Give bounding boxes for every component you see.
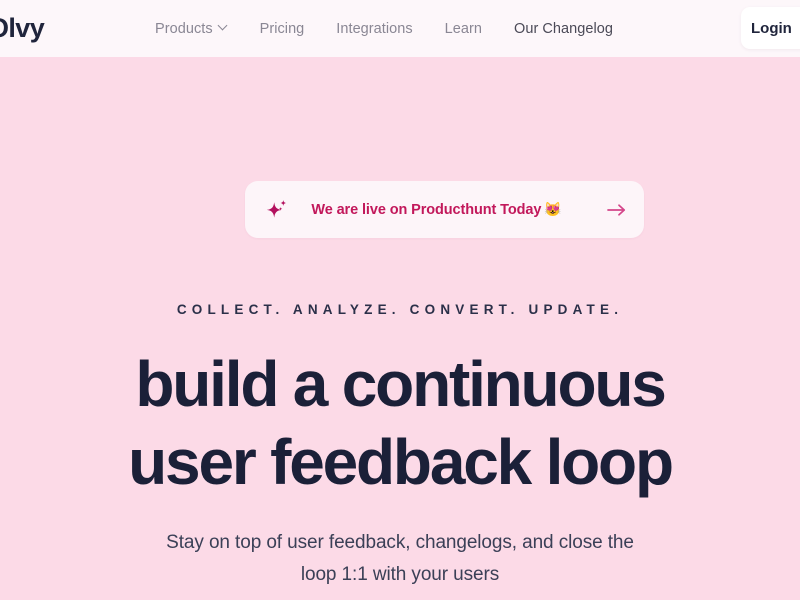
nav-item-label: Learn xyxy=(444,20,483,37)
cat-heart-eyes-emoji: 😻 xyxy=(544,201,562,217)
main-navigation: Products Pricing Integrations Learn Our … xyxy=(155,0,629,57)
nav-item-learn[interactable]: Learn xyxy=(429,0,498,57)
nav-item-label: Our Changelog xyxy=(514,20,614,37)
nav-item-integrations[interactable]: Integrations xyxy=(320,0,428,57)
login-button[interactable]: Login xyxy=(741,7,800,49)
nav-item-products[interactable]: Products xyxy=(155,0,244,57)
arrow-right-icon[interactable] xyxy=(607,203,627,217)
announcement-text: We are live on Producthunt Today 😻 xyxy=(245,201,644,218)
landing-page: Olvy Products Pricing Integrations Learn… xyxy=(0,0,800,600)
hero-section: We are live on Producthunt Today 😻 COLLEC… xyxy=(0,57,800,600)
chevron-down-icon xyxy=(219,22,228,31)
hero-subtitle: Stay on top of user feedback, changelogs… xyxy=(150,527,650,591)
announcement-banner[interactable]: We are live on Producthunt Today 😻 xyxy=(245,181,644,238)
nav-item-label: Products xyxy=(155,20,213,37)
olvy-logo[interactable]: Olvy xyxy=(0,11,45,45)
announcement-label: We are live on Producthunt Today xyxy=(311,202,542,218)
nav-item-our-changelog[interactable]: Our Changelog xyxy=(498,0,629,57)
site-header: Olvy Products Pricing Integrations Learn… xyxy=(0,0,800,57)
subtitle-line-1: Stay on top of user feedback, changelogs… xyxy=(166,532,634,553)
nav-item-label: Pricing xyxy=(259,20,305,37)
nav-item-pricing[interactable]: Pricing xyxy=(244,0,321,57)
hero-eyebrow: COLLECT. ANALYZE. CONVERT. UPDATE. xyxy=(176,302,624,317)
headline-line-2: user feedback loop xyxy=(128,426,674,498)
page-title: build a continuous user feedback loop xyxy=(0,345,800,501)
subtitle-line-2: loop 1:1 with your users xyxy=(300,564,500,585)
headline-line-1: build a continuous xyxy=(135,348,666,420)
nav-item-label: Integrations xyxy=(336,20,413,37)
